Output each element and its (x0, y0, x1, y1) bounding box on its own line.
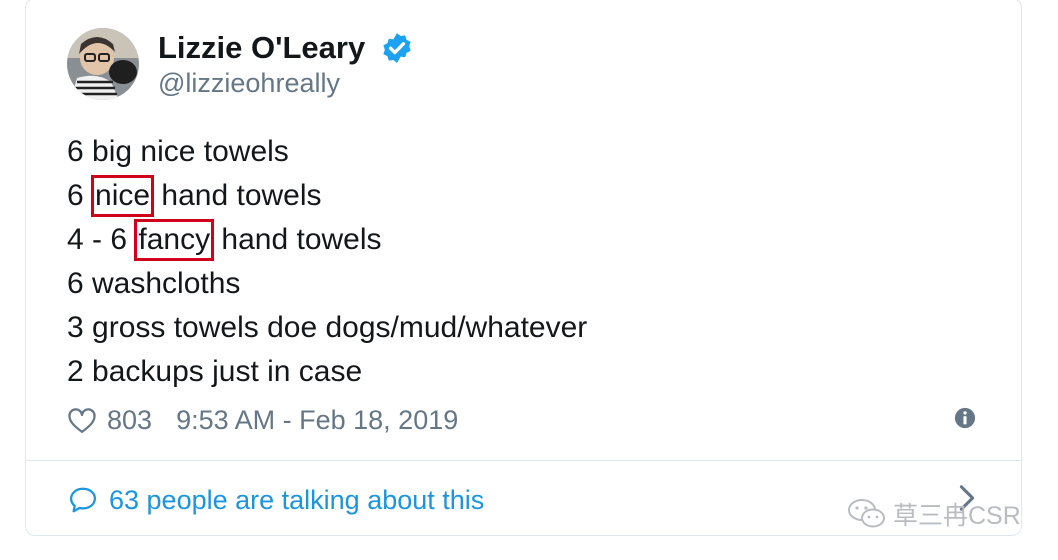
like-count[interactable]: 803 (107, 405, 152, 436)
info-icon[interactable] (954, 407, 976, 429)
wechat-icon (848, 499, 885, 528)
tweet-text: 6 big nice towels 6 nice hand towels 4 -… (67, 130, 587, 394)
tweet-line: 3 gross towels doe dogs/mud/whatever (67, 306, 587, 350)
tweet-line: 2 backups just in case (67, 350, 587, 394)
tweet-line-text: 6 big nice towels (67, 135, 289, 168)
tweet-line: 6 washcloths (67, 262, 587, 306)
tweet-line-text: 6 (67, 179, 93, 212)
tweet-line: 6 nice hand towels (67, 174, 587, 218)
tweet-line-text: hand towels (213, 223, 382, 256)
heart-icon[interactable] (67, 406, 97, 434)
author-handle[interactable]: @lizzieohreally (158, 68, 340, 99)
tweet-line-text: 6 washcloths (67, 267, 241, 300)
conversation-link[interactable]: 63 people are talking about this (67, 480, 484, 520)
tweet-line-text: hand towels (153, 179, 322, 212)
verified-badge-icon (383, 33, 411, 63)
tweet-meta: 803 9:53 AM - Feb 18, 2019 (67, 400, 458, 440)
tweet-line-text: 3 gross towels doe dogs/mud/whatever (67, 311, 588, 344)
tweet-line: 6 big nice towels (67, 130, 587, 174)
tweet-timestamp[interactable]: 9:53 AM - Feb 18, 2019 (176, 405, 458, 436)
avatar[interactable] (67, 28, 139, 100)
tweet-line: 4 - 6 fancy hand towels (67, 218, 587, 262)
author-name[interactable]: Lizzie O'Leary (158, 30, 365, 66)
highlighted-word: fancy (134, 219, 215, 261)
watermark: 草三冉CSR (847, 496, 1021, 532)
card-divider (26, 460, 1021, 461)
tweet-line-text: 4 - 6 (67, 223, 136, 256)
tweet-line-text: 2 backups just in case (67, 355, 363, 388)
conversation-text[interactable]: 63 people are talking about this (109, 485, 484, 516)
watermark-text: 草三冉CSR (893, 502, 1021, 530)
highlighted-word: nice (91, 175, 155, 217)
speech-bubble-icon (70, 487, 96, 513)
